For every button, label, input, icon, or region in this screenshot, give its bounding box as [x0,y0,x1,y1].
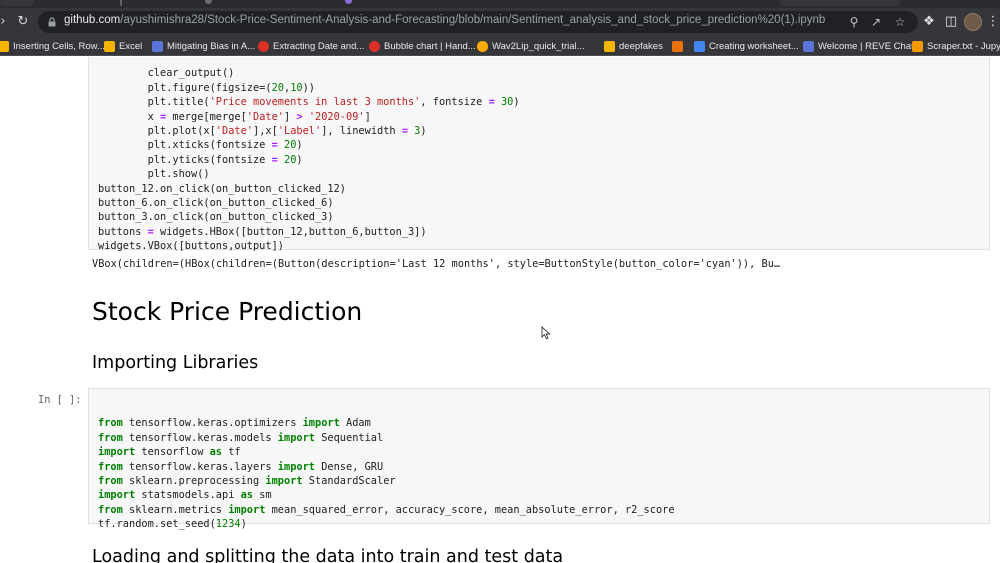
arrow-right-icon[interactable]: › [0,13,12,31]
code-line: from tensorflow.keras.optimizers import … [98,417,371,430]
notebook-view: clear_output() plt.figure(figsize=(20,10… [0,57,1000,563]
code-cell[interactable]: clear_output() plt.figure(figsize=(20,10… [88,57,990,253]
bookmark-label: deepfakes [619,40,663,52]
bookmark-label: Creating worksheet... [709,40,799,52]
bookmark-deepfakes[interactable]: deepfakes [604,38,663,54]
address-bar: › ↻ github.com/ayushimishra28/Stock-Pric… [0,8,1000,36]
docs-icon [694,40,705,52]
bookmark-scraper[interactable]: Scraper.txt - Jupyte [912,38,1000,54]
code-line: from sklearn.preprocessing import Standa… [98,474,396,487]
bookmark-mitigating-bias[interactable]: Mitigating Bias in A... [152,38,255,54]
tab[interactable] [120,0,122,6]
mouse-pointer-icon [541,326,551,340]
code-line: clear_output() [98,67,235,80]
site-icon [258,40,269,52]
url-host: github.com [64,14,121,26]
code-line: button_12.on_click(on_button_clicked_12) [98,182,346,195]
url-path: /ayushimishra28/Stock-Price-Sentiment-An… [120,14,826,26]
section-heading: Importing Libraries [92,353,259,373]
bookmark-label: Mitigating Bias in A... [167,40,256,52]
code-line: plt.xticks(fontsize = 20) [98,139,303,152]
bookmark-reve-chat[interactable]: Welcome | REVE Chat [803,38,914,54]
url-input[interactable]: github.com/ayushimishra28/Stock-Price-Se… [38,11,918,33]
tab-strip [0,0,1000,8]
extensions-icon[interactable]: ❖ [920,13,938,31]
side-panel-icon[interactable]: ◫ [942,13,960,31]
folder-icon [604,40,615,52]
colab-icon [477,40,488,52]
bookmark-excel[interactable]: Excel [104,38,142,54]
folder-icon [0,40,9,52]
code-line: from sklearn.metrics import mean_squared… [98,503,675,516]
bookmark-inserting-cells[interactable]: Inserting Cells, Row... [0,38,105,54]
zoom-icon[interactable]: ⚲ [846,14,862,30]
tab[interactable] [0,0,34,6]
code-line: plt.figure(figsize=(20,10)) [98,81,316,94]
code-line: button_3.on_click(on_button_clicked_3) [98,211,334,224]
section-heading: Loading and splitting the data into trai… [92,547,564,563]
more-menu-icon[interactable]: ⋮ [984,13,1000,31]
bookmark-label: Scraper.txt - Jupyte [927,40,1000,52]
bookmark-bubble-chart[interactable]: Bubble chart | Hand... [369,38,476,54]
code-line: plt.yticks(fontsize = 20) [98,153,303,166]
code-line: from tensorflow.keras.models import Sequ… [98,431,384,444]
reload-icon[interactable]: ↻ [14,13,32,31]
file-icon [912,40,923,52]
tab[interactable] [340,0,420,6]
bookmark-label: Inserting Cells, Row... [13,40,105,52]
code-line: plt.show() [98,168,210,181]
bookmark-label: Welcome | REVE Chat [818,40,914,52]
code-line: tf.random.set_seed(1234) [98,518,247,531]
code-line: x = merge[merge['Date'] > '2020-09'] [98,110,371,123]
code-line: import statsmodels.api as sm [98,489,272,502]
avatar[interactable] [964,13,982,31]
code-line: widgets.VBox([buttons,output]) [98,240,284,253]
bookmarks-bar: Inserting Cells, Row... Excel Mitigating… [0,36,1000,56]
url-text: github.com/ayushimishra28/Stock-Price-Se… [64,14,825,26]
folder-icon [104,40,115,52]
code-line: plt.title('Price movements in last 3 mon… [98,96,520,109]
code-block[interactable]: from tensorflow.keras.optimizers import … [98,402,675,532]
code-line: plt.plot(x['Date'],x['Label'], linewidth… [98,124,427,137]
cell-output: VBox(children=(HBox(children=(Button(des… [92,258,781,270]
code-line: button_6.on_click(on_button_clicked_6) [98,196,334,209]
code-block[interactable]: clear_output() plt.figure(figsize=(20,10… [98,57,520,253]
site-icon [672,40,683,52]
bookmark-extracting-date[interactable]: Extracting Date and... [258,38,364,54]
code-line: import tensorflow as tf [98,446,241,459]
code-line: from tensorflow.keras.layers import Dens… [98,460,384,473]
tab[interactable] [780,0,900,6]
lock-icon[interactable] [46,16,58,28]
code-cell[interactable]: from tensorflow.keras.optimizers import … [88,388,990,530]
bookmark-creating-worksheet[interactable]: Creating worksheet... [694,38,799,54]
site-icon [803,40,814,52]
tab[interactable] [200,0,280,6]
share-icon[interactable]: ↗ [868,14,884,30]
bookmark-unnamed[interactable] [672,38,683,54]
page-title: Stock Price Prediction [92,297,363,326]
site-icon [152,40,163,52]
bookmark-label: Extracting Date and... [273,40,365,52]
bookmark-wav2lip[interactable]: Wav2Lip_quick_trial... [477,38,585,54]
code-line: buttons = widgets.HBox([button_12,button… [98,225,427,238]
cell-prompt: In [ ]: [38,394,82,406]
bookmark-label: Excel [119,40,143,52]
star-icon[interactable]: ☆ [892,14,908,30]
site-icon [369,40,380,52]
bookmark-label: Bubble chart | Hand... [384,40,476,52]
bookmark-label: Wav2Lip_quick_trial... [492,40,585,52]
